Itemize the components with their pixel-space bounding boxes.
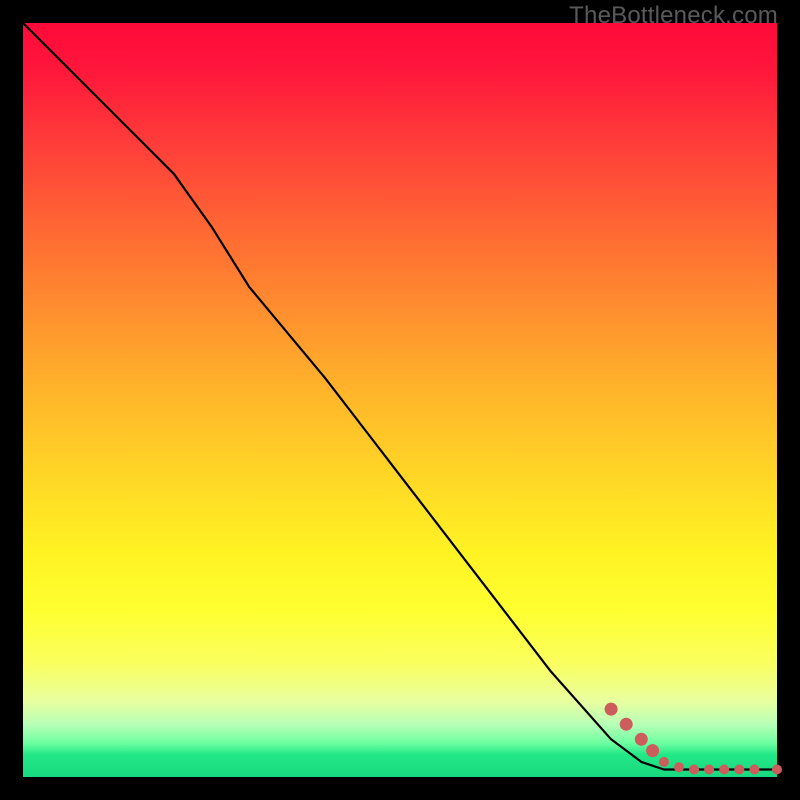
marker-point: [719, 765, 729, 775]
chart-frame: TheBottleneck.com: [0, 0, 800, 800]
marker-point: [635, 733, 648, 746]
plot-area: [23, 23, 777, 777]
marker-point: [704, 765, 714, 775]
chart-overlay: [23, 23, 777, 777]
bottleneck-curve: [23, 23, 777, 770]
marker-point: [772, 765, 782, 775]
marker-point: [605, 703, 618, 716]
marker-point: [646, 744, 659, 757]
marker-point: [659, 757, 669, 767]
marker-group: [605, 703, 782, 775]
marker-point: [749, 765, 759, 775]
marker-point: [734, 765, 744, 775]
marker-point: [620, 718, 633, 731]
watermark-text: TheBottleneck.com: [569, 2, 778, 30]
marker-point: [689, 765, 699, 775]
marker-point: [674, 762, 684, 772]
